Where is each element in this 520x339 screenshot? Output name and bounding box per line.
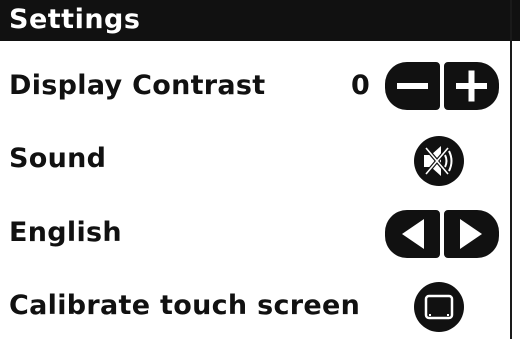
contrast-decrease-button[interactable] (385, 62, 440, 110)
contrast-label: Display Contrast (9, 70, 266, 101)
contrast-increase-button[interactable] (444, 62, 499, 110)
sound-toggle-button[interactable] (414, 136, 464, 186)
calibrate-touch-screen-button[interactable] (414, 282, 464, 332)
contrast-value: 0 (351, 70, 370, 101)
page-title: Settings (9, 4, 141, 35)
minus-icon (397, 83, 428, 89)
plus-icon (456, 70, 487, 102)
language-next-button[interactable] (444, 210, 499, 258)
sound-label: Sound (9, 143, 107, 174)
triangle-right-icon (460, 219, 482, 249)
right-divider (510, 0, 512, 339)
language-previous-button[interactable] (385, 210, 440, 258)
language-label: English (9, 217, 122, 248)
screen-icon (424, 294, 454, 320)
triangle-left-icon (402, 219, 424, 249)
calibrate-label: Calibrate touch screen (9, 290, 361, 321)
settings-screen: Settings Display Contrast 0 Sound Englis… (0, 0, 520, 339)
title-bar: Settings (0, 0, 520, 41)
speaker-muted-icon (424, 146, 453, 176)
